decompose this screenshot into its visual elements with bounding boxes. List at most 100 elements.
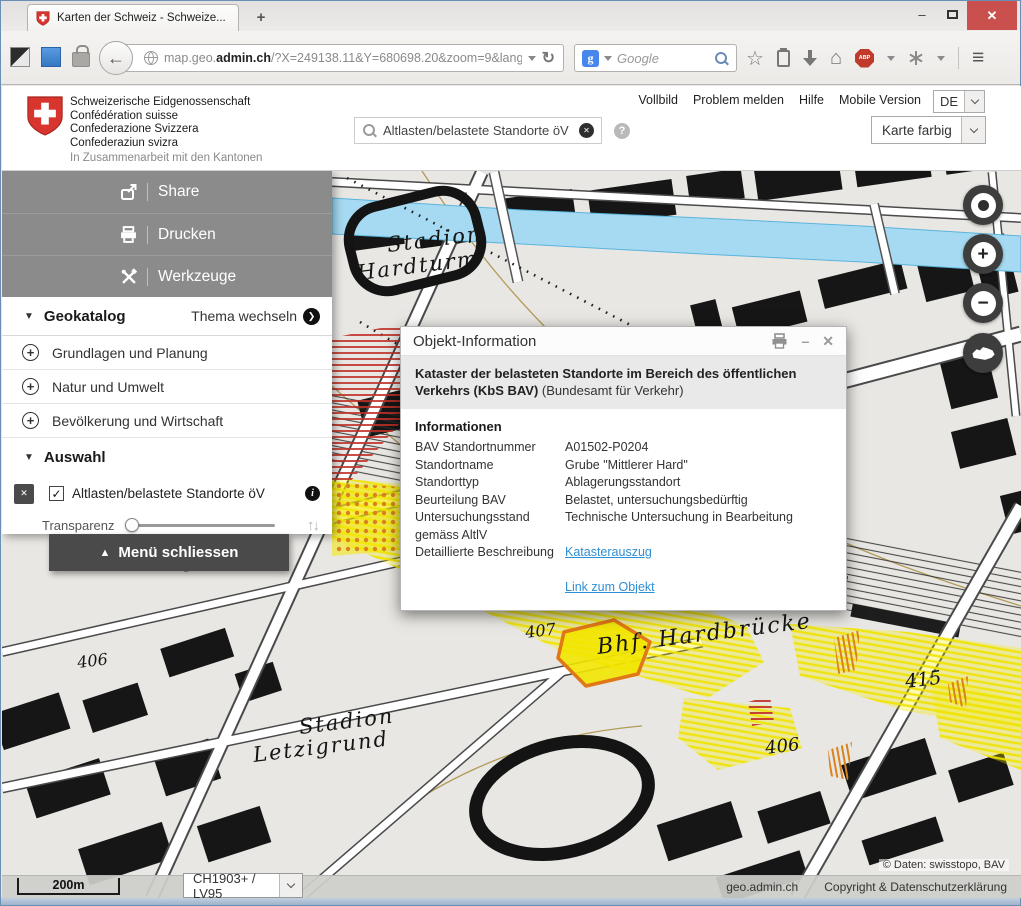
popup-print-icon[interactable] — [771, 333, 788, 349]
basemap-chevron-icon[interactable] — [961, 117, 985, 143]
bookmarks-panel-icon[interactable] — [777, 50, 790, 67]
geokatalog-header[interactable]: ▼ Geokatalog Thema wechseln ❯ — [2, 297, 332, 336]
addon-contrast-icon[interactable] — [10, 47, 30, 67]
addon-panel-icon[interactable] — [41, 47, 61, 67]
close-menu-label: Menü schliessen — [118, 544, 238, 561]
window-maximize-button[interactable] — [937, 1, 967, 28]
label-elev-406-left: 406 — [75, 649, 109, 672]
layer-remove-button[interactable]: ✕ — [14, 484, 34, 504]
link-mobile-version[interactable]: Mobile Version — [839, 93, 921, 107]
addon-burst-icon[interactable] — [908, 50, 924, 66]
layer-info-icon[interactable]: i — [305, 486, 320, 501]
geolocate-icon — [971, 193, 996, 218]
reload-button[interactable]: ↻ — [542, 48, 555, 68]
object-link[interactable]: Link zum Objekt — [565, 580, 655, 594]
category-natur[interactable]: + Natur und Umwelt — [2, 370, 332, 404]
category-label: Natur und Umwelt — [52, 379, 164, 395]
label-elev-406-right: 406 — [763, 734, 801, 759]
layer-checkbox[interactable]: ✓ — [49, 486, 64, 501]
projection-select[interactable]: CH1903+ / LV95 — [183, 873, 303, 898]
katasterauszug-link[interactable]: Katasterauszug — [565, 545, 652, 559]
popup-minimize-icon[interactable]: – — [801, 333, 809, 349]
window-close-button[interactable]: ✕ — [967, 1, 1017, 30]
sidebar-item-share[interactable]: Share — [2, 171, 332, 213]
selection-header[interactable]: ▼ Auswahl — [2, 438, 332, 477]
default-extent-button[interactable] — [963, 333, 1003, 373]
url-dropdown-icon[interactable] — [528, 56, 536, 61]
basemap-select[interactable]: Karte farbig — [871, 116, 986, 144]
zoom-out-button[interactable]: − — [963, 283, 1003, 323]
titlebar: Karten der Schweiz - Schweize... + – ✕ — [1, 1, 1020, 31]
link-hilfe[interactable]: Hilfe — [799, 93, 824, 107]
sidebar-item-tools[interactable]: Werkzeuge — [2, 255, 332, 297]
home-icon[interactable]: ⌂ — [830, 47, 842, 70]
new-tab-button[interactable]: + — [249, 7, 273, 27]
category-bevoelkerung[interactable]: + Bevölkerung und Wirtschaft — [2, 404, 332, 438]
expand-plus-icon: + — [22, 412, 39, 429]
browser-tab[interactable]: Karten der Schweiz - Schweize... — [27, 4, 239, 31]
layer-row: ✕ ✓ Altlasten/belastete Standorte öV i — [2, 477, 332, 510]
geokatalog-title: Geokatalog — [44, 308, 126, 325]
search-help-button[interactable]: ? — [614, 123, 630, 139]
info-row: StandortnameGrube "Mittlerer Hard" — [415, 457, 832, 475]
projection-chevron-icon[interactable] — [279, 874, 302, 897]
transparency-slider[interactable] — [125, 518, 275, 532]
close-menu-button[interactable]: ▲ Menü schliessen — [49, 534, 289, 571]
swiss-coat-of-arms-icon — [26, 94, 64, 138]
geolocate-button[interactable] — [963, 185, 1003, 225]
geoadmin-link[interactable]: geo.admin.ch — [726, 880, 798, 894]
layer-reorder-arrows[interactable]: ↑↓ — [307, 517, 318, 534]
maximize-icon — [947, 10, 958, 19]
search-engine-placeholder[interactable]: Google — [617, 51, 709, 66]
plus-icon: + — [971, 242, 996, 267]
downloads-icon[interactable] — [803, 50, 817, 67]
url-text: map.geo.admin.ch/?X=249138.11&Y=680698.2… — [164, 51, 522, 65]
language-chevron-icon[interactable] — [964, 91, 984, 112]
engine-dropdown-icon[interactable] — [604, 56, 612, 61]
language-select[interactable]: DE — [933, 90, 985, 113]
slider-track[interactable] — [125, 524, 275, 527]
header-links: Vollbild Problem melden Hilfe Mobile Ver… — [638, 93, 921, 107]
category-grundlagen[interactable]: + Grundlagen und Planung — [2, 336, 332, 370]
printer-icon — [120, 226, 137, 243]
sidebar-item-print[interactable]: Drucken — [2, 213, 332, 255]
language-value: DE — [934, 91, 964, 112]
search-engine-box[interactable]: g Google — [574, 44, 737, 72]
adblock-icon[interactable]: ABP — [855, 49, 874, 68]
share-icon — [120, 184, 137, 201]
popup-body: Informationen BAV StandortnummerA01502-P… — [401, 409, 846, 610]
expand-plus-icon: + — [22, 378, 39, 395]
link-vollbild[interactable]: Vollbild — [638, 93, 678, 107]
adblock-dropdown-icon[interactable] — [887, 56, 895, 61]
hamburger-menu-icon[interactable]: ≡ — [972, 46, 983, 70]
collapse-arrow-icon: ▼ — [24, 311, 34, 322]
copyright-link[interactable]: Copyright & Datenschutzerklärung — [824, 880, 1007, 894]
projection-value: CH1903+ / LV95 — [184, 874, 279, 897]
theme-switch-label: Thema wechseln — [191, 308, 297, 324]
zoom-in-button[interactable]: + — [963, 234, 1003, 274]
theme-switch-button[interactable]: Thema wechseln ❯ — [191, 308, 320, 325]
google-favicon-icon[interactable]: g — [582, 50, 599, 67]
window-minimize-button[interactable]: – — [907, 1, 937, 28]
category-label: Grundlagen und Planung — [52, 345, 208, 361]
popup-close-icon[interactable]: ✕ — [822, 333, 834, 350]
slider-knob[interactable] — [125, 518, 139, 532]
search-input[interactable] — [383, 123, 573, 138]
addon-dropdown-icon[interactable] — [937, 56, 945, 61]
selection-title: Auswahl — [44, 449, 106, 466]
link-problem-melden[interactable]: Problem melden — [693, 93, 784, 107]
popup-title: Objekt-Information — [413, 333, 771, 350]
back-button[interactable]: ← — [99, 41, 133, 75]
info-row: Untersuchungsstand gemäss AltlVTechnisch… — [415, 509, 832, 544]
map-search-bar[interactable]: ✕ — [354, 117, 602, 144]
toolbar-divider — [958, 47, 959, 69]
bookmark-star-icon[interactable]: ☆ — [746, 46, 764, 71]
tab-title: Karten der Schweiz - Schweize... — [57, 12, 226, 24]
search-go-icon[interactable] — [714, 51, 729, 66]
search-clear-button[interactable]: ✕ — [579, 123, 594, 138]
popup-header[interactable]: Objekt-Information – ✕ — [401, 327, 846, 356]
url-bar[interactable]: map.geo.admin.ch/?X=249138.11&Y=680698.2… — [117, 44, 564, 72]
tools-label: Werkzeuge — [158, 268, 236, 286]
addon-lock-icon[interactable] — [72, 52, 90, 67]
transparency-label: Transparenz — [42, 518, 115, 533]
